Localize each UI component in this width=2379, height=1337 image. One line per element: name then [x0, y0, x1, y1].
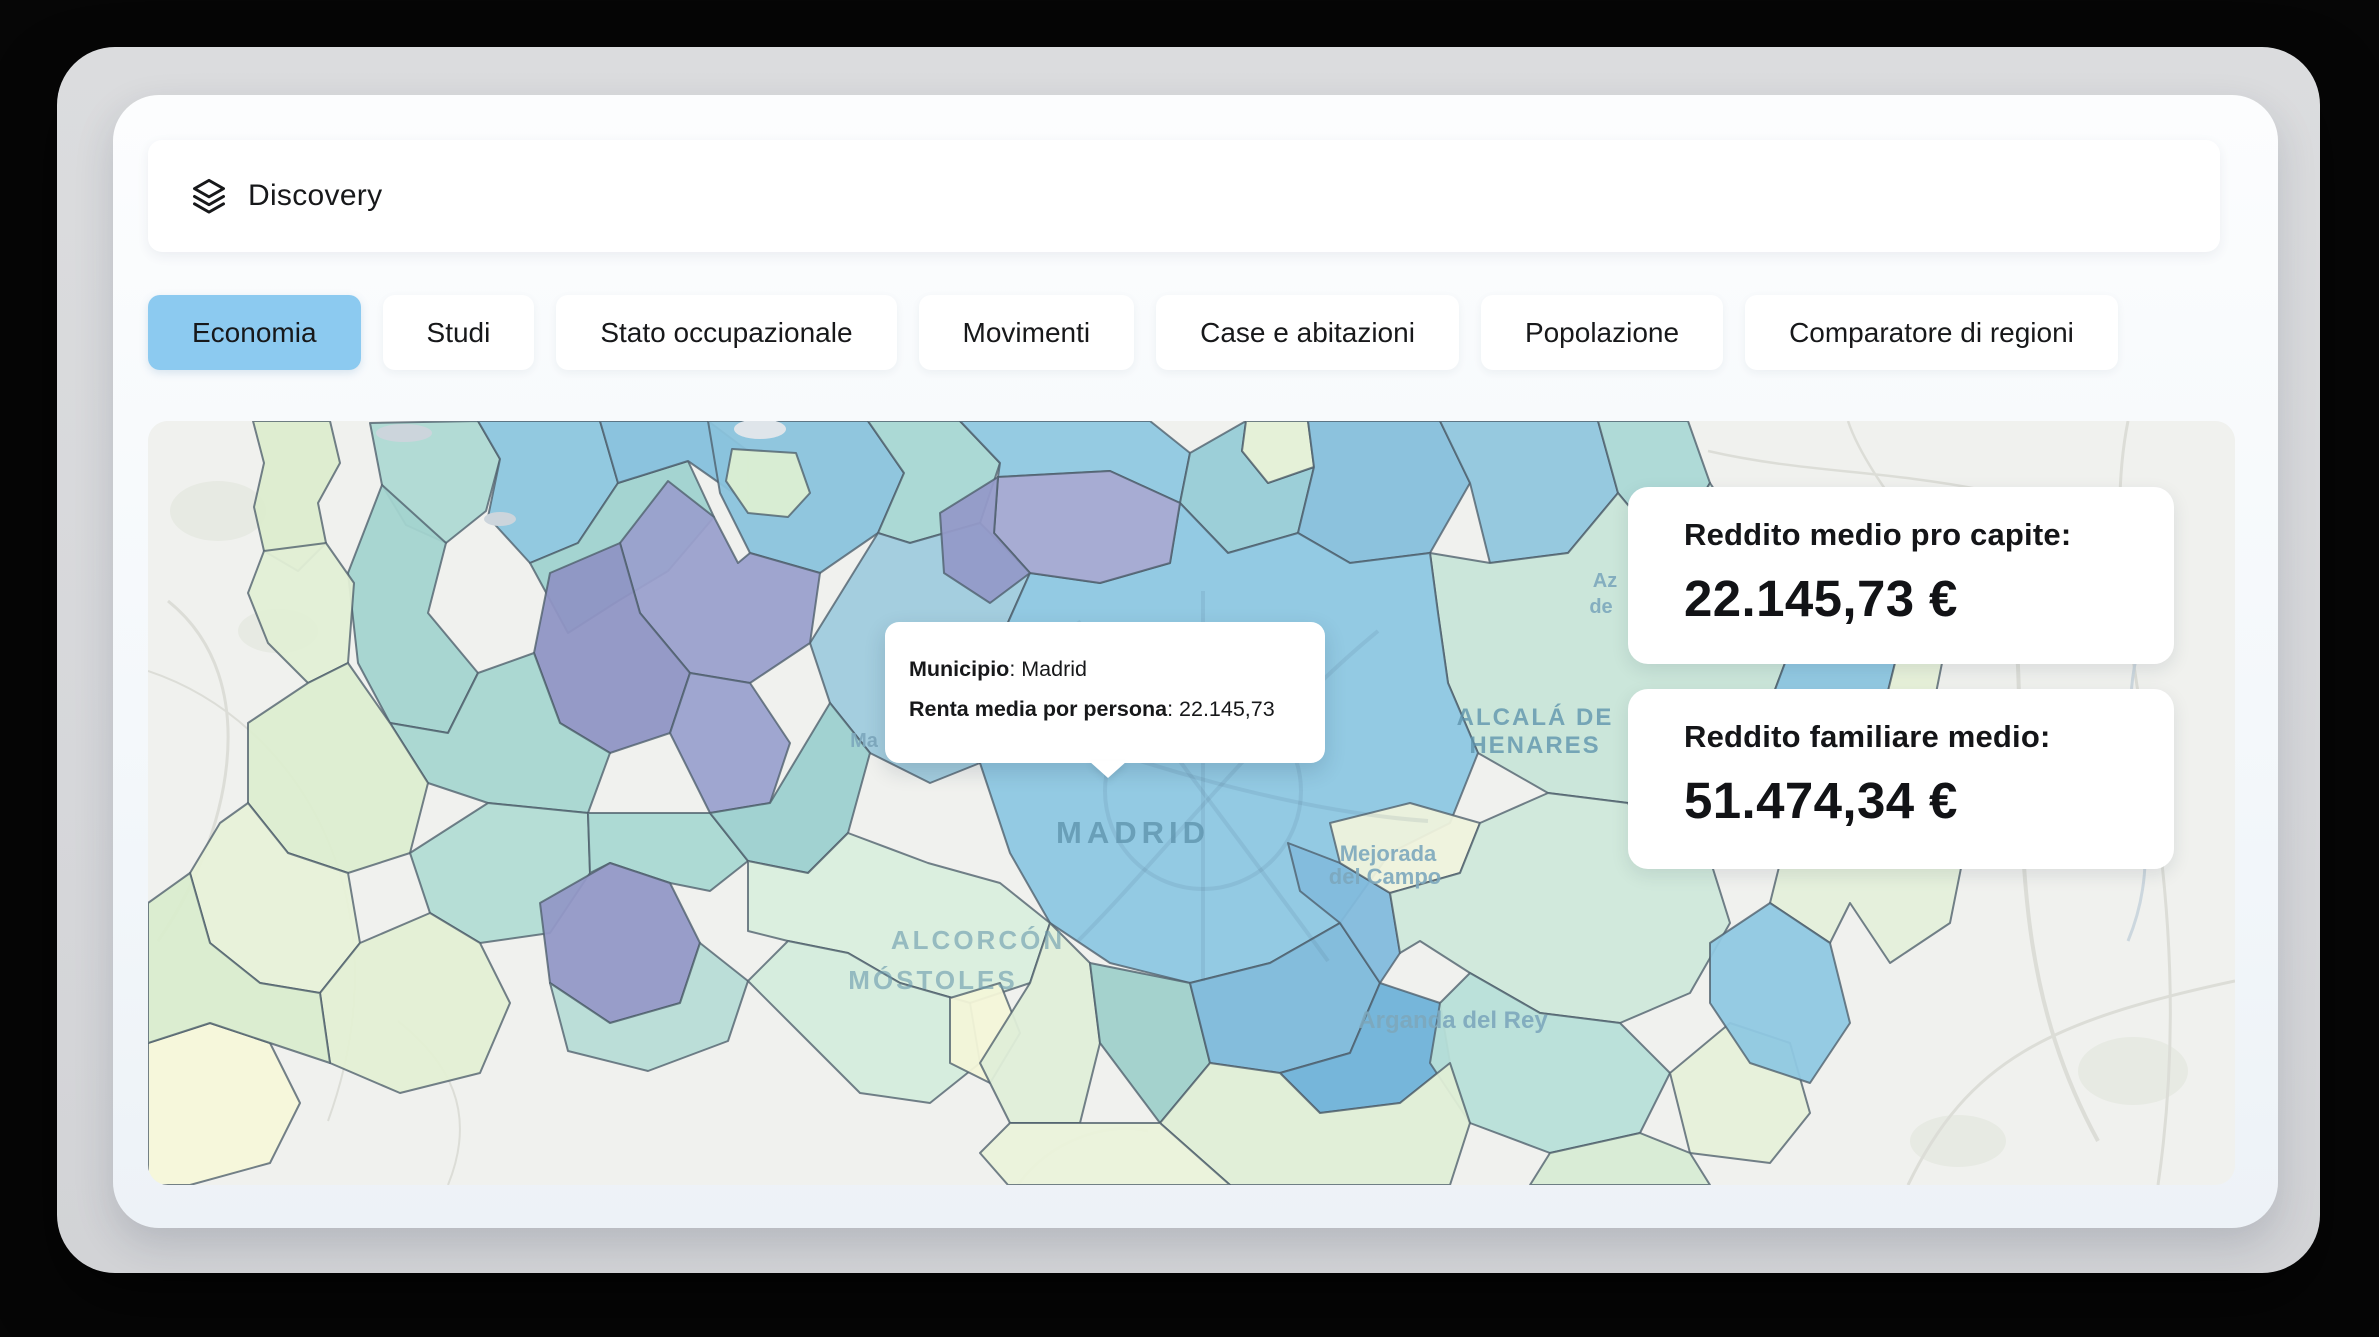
stat-card-reddito-familiare: Reddito familiare medio: 51.474,34 €	[1628, 689, 2174, 869]
tooltip-municipio-label: Municipio	[909, 657, 1009, 681]
label-mejorada-line1: Mejorada	[1340, 841, 1437, 866]
tab-popolazione[interactable]: Popolazione	[1481, 295, 1723, 370]
tooltip-municipio-value: : Madrid	[1009, 657, 1087, 681]
page-title: Discovery	[248, 179, 382, 213]
tooltip-renta-value: : 22.145,73	[1167, 697, 1275, 721]
stat-label: Reddito familiare medio:	[1684, 719, 2154, 755]
app-window: Discovery Economia Studi Stato occupazio…	[113, 95, 2278, 1228]
label-mostoles: MÓSTOLES	[848, 965, 1017, 995]
tooltip-renta-label: Renta media por persona	[909, 697, 1167, 721]
device-frame: Discovery Economia Studi Stato occupazio…	[57, 47, 2320, 1273]
label-partial-az: Az	[1593, 570, 1617, 592]
label-alcorcon: ALCORCÓN	[891, 925, 1065, 955]
label-mejorada-line2: del Campo	[1329, 864, 1441, 889]
tab-studi[interactable]: Studi	[383, 295, 535, 370]
tab-economia[interactable]: Economia	[148, 295, 361, 370]
tab-comparatore-regioni[interactable]: Comparatore di regioni	[1745, 295, 2118, 370]
label-madrid: MADRID	[1056, 815, 1210, 850]
tooltip-renta-row: Renta media por persona: 22.145,73	[909, 689, 1325, 729]
tooltip-municipio-row: Municipio: Madrid	[909, 649, 1325, 689]
tab-movimenti[interactable]: Movimenti	[919, 295, 1135, 370]
stat-card-reddito-pro-capite: Reddito medio pro capite: 22.145,73 €	[1628, 487, 2174, 664]
label-arganda: Arganda del Rey	[1358, 1007, 1548, 1034]
category-tabs: Economia Studi Stato occupazionale Movim…	[148, 295, 2238, 370]
stat-value: 22.145,73 €	[1684, 569, 2154, 628]
app-header: Discovery	[148, 140, 2220, 252]
label-alcala-line2: HENARES	[1469, 732, 1600, 759]
tab-stato-occupazionale[interactable]: Stato occupazionale	[556, 295, 896, 370]
label-partial-de: de	[1589, 596, 1612, 618]
choropleth-map[interactable]: MADRID ALCORCÓN MÓSTOLES ALCALÁ DE HENAR…	[148, 421, 2235, 1185]
stat-label: Reddito medio pro capite:	[1684, 517, 2154, 553]
label-alcala-line1: ALCALÁ DE	[1457, 703, 1614, 731]
label-partial-ma: Ma	[850, 730, 879, 752]
tab-case-abitazioni[interactable]: Case e abitazioni	[1156, 295, 1459, 370]
layers-icon	[190, 177, 228, 215]
stat-value: 51.474,34 €	[1684, 771, 2154, 830]
map-tooltip: Municipio: Madrid Renta media por person…	[885, 622, 1325, 763]
